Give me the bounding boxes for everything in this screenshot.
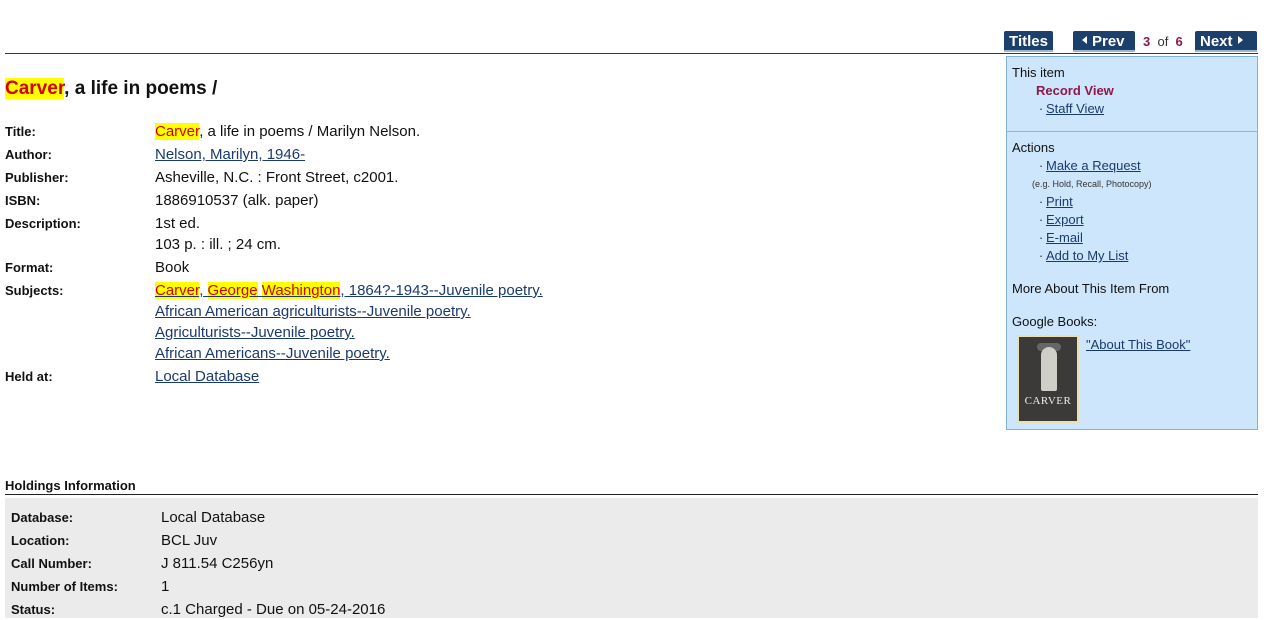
database-label: Database: xyxy=(11,510,74,525)
book-cover-image[interactable]: CARVER xyxy=(1017,335,1079,423)
title-rest: , a life in poems / xyxy=(64,78,218,99)
sidebar-divider xyxy=(1007,131,1257,132)
print-link[interactable]: Print xyxy=(1046,194,1073,209)
titles-button[interactable]: Titles xyxy=(1004,31,1053,52)
subject-rest: , 1864?-1943--Juvenile poetry. xyxy=(340,282,543,299)
of-label: of xyxy=(1157,34,1169,49)
item-sidebar: This item Record View · Staff View Action… xyxy=(1006,56,1258,430)
items-value: 1 xyxy=(161,578,170,595)
bullet-icon: · xyxy=(1038,248,1044,263)
bullet-icon: · xyxy=(1038,158,1044,173)
staff-view-link[interactable]: Staff View xyxy=(1046,101,1104,116)
next-label: Next xyxy=(1200,33,1233,50)
subject-link-2[interactable]: African American agriculturists--Juvenil… xyxy=(155,301,543,322)
holdings-panel: Database: Local Database Location: BCL J… xyxy=(5,498,1258,618)
record-view-current: Record View xyxy=(1036,83,1114,98)
email-item: · E-mail xyxy=(1036,230,1083,245)
holdings-heading: Holdings Information xyxy=(5,478,136,493)
description-physical: 103 p. : ill. ; 24 cm. xyxy=(155,236,281,253)
isbn-label: ISBN: xyxy=(5,193,41,208)
call-number-value: J 811.54 C256yn xyxy=(161,555,274,572)
subject-link-4[interactable]: African Americans--Juvenile poetry. xyxy=(155,343,543,364)
this-item-heading: This item xyxy=(1012,65,1065,80)
author-label: Author: xyxy=(5,147,52,162)
add-to-list-link[interactable]: Add to My List xyxy=(1046,248,1128,263)
bullet-icon: · xyxy=(1038,101,1044,116)
make-request-item: · Make a Request xyxy=(1036,158,1141,173)
more-about-heading: More About This Item From xyxy=(1012,281,1170,296)
triangle-left-icon xyxy=(1082,36,1087,44)
status-value: c.1 Charged - Due on 05-24-2016 xyxy=(161,601,386,618)
description-edition: 1st ed. xyxy=(155,215,201,232)
bullet-icon: · xyxy=(1038,212,1044,227)
location-label: Location: xyxy=(11,533,70,548)
held-label: Held at: xyxy=(5,369,53,384)
actions-heading: Actions xyxy=(1012,140,1055,155)
current-page: 3 xyxy=(1143,34,1151,49)
subject-highlight: George xyxy=(207,282,258,299)
subject-link-1[interactable]: Carver, George Washington, 1864?-1943--J… xyxy=(155,280,543,301)
publisher-value: Asheville, N.C. : Front Street, c2001. xyxy=(155,169,399,186)
subject-link-3[interactable]: Agriculturists--Juvenile poetry. xyxy=(155,322,543,343)
format-value: Book xyxy=(155,259,190,276)
subject-separator: , xyxy=(199,282,204,299)
subject-highlight: Carver xyxy=(155,282,200,299)
print-item: · Print xyxy=(1036,194,1073,209)
subjects-label: Subjects: xyxy=(5,283,64,298)
items-label: Number of Items: xyxy=(11,579,118,594)
title-label: Title: xyxy=(5,124,36,139)
top-divider xyxy=(5,53,1258,54)
total-pages: 6 xyxy=(1175,34,1183,49)
status-label: Status: xyxy=(11,602,56,617)
isbn-value: 1886910537 (alk. paper) xyxy=(155,192,319,209)
format-label: Format: xyxy=(5,260,54,275)
bullet-icon: · xyxy=(1038,230,1044,245)
request-note: (e.g. Hold, Recall, Photocopy) xyxy=(1032,179,1152,189)
cover-figure xyxy=(1041,347,1057,391)
make-request-link[interactable]: Make a Request xyxy=(1046,158,1141,173)
next-button[interactable]: Next xyxy=(1195,31,1257,52)
location-value: BCL Juv xyxy=(161,532,218,549)
page-counter: 3 of 6 xyxy=(1143,34,1183,49)
database-value: Local Database xyxy=(161,509,266,526)
held-at-link[interactable]: Local Database xyxy=(155,368,259,385)
author-link[interactable]: Nelson, Marilyn, 1946- xyxy=(155,146,305,163)
holdings-divider xyxy=(5,494,1258,495)
about-this-book-link[interactable]: "About This Book" xyxy=(1086,337,1190,352)
export-link[interactable]: Export xyxy=(1046,212,1084,227)
google-books-heading: Google Books: xyxy=(1012,314,1098,329)
subject-highlight: Washington xyxy=(261,282,341,299)
email-link[interactable]: E-mail xyxy=(1046,230,1083,245)
prev-label: Prev xyxy=(1092,33,1125,50)
triangle-right-icon xyxy=(1237,36,1243,44)
title-value: , a life in poems / Marilyn Nelson. xyxy=(199,123,421,140)
export-item: · Export xyxy=(1036,212,1084,227)
titles-label: Titles xyxy=(1009,33,1048,50)
title-highlight: Carver xyxy=(5,78,65,99)
prev-button[interactable]: Prev xyxy=(1073,31,1135,52)
publisher-label: Publisher: xyxy=(5,170,69,185)
bullet-icon: · xyxy=(1038,194,1044,209)
staff-view-item: · Staff View xyxy=(1036,101,1104,116)
add-to-list-item: · Add to My List xyxy=(1036,248,1129,263)
page-title: Carver, a life in poems / xyxy=(5,78,217,100)
description-label: Description: xyxy=(5,216,81,231)
title-value-highlight: Carver xyxy=(155,123,200,140)
cover-title: CARVER xyxy=(1024,395,1072,407)
call-number-label: Call Number: xyxy=(11,556,92,571)
